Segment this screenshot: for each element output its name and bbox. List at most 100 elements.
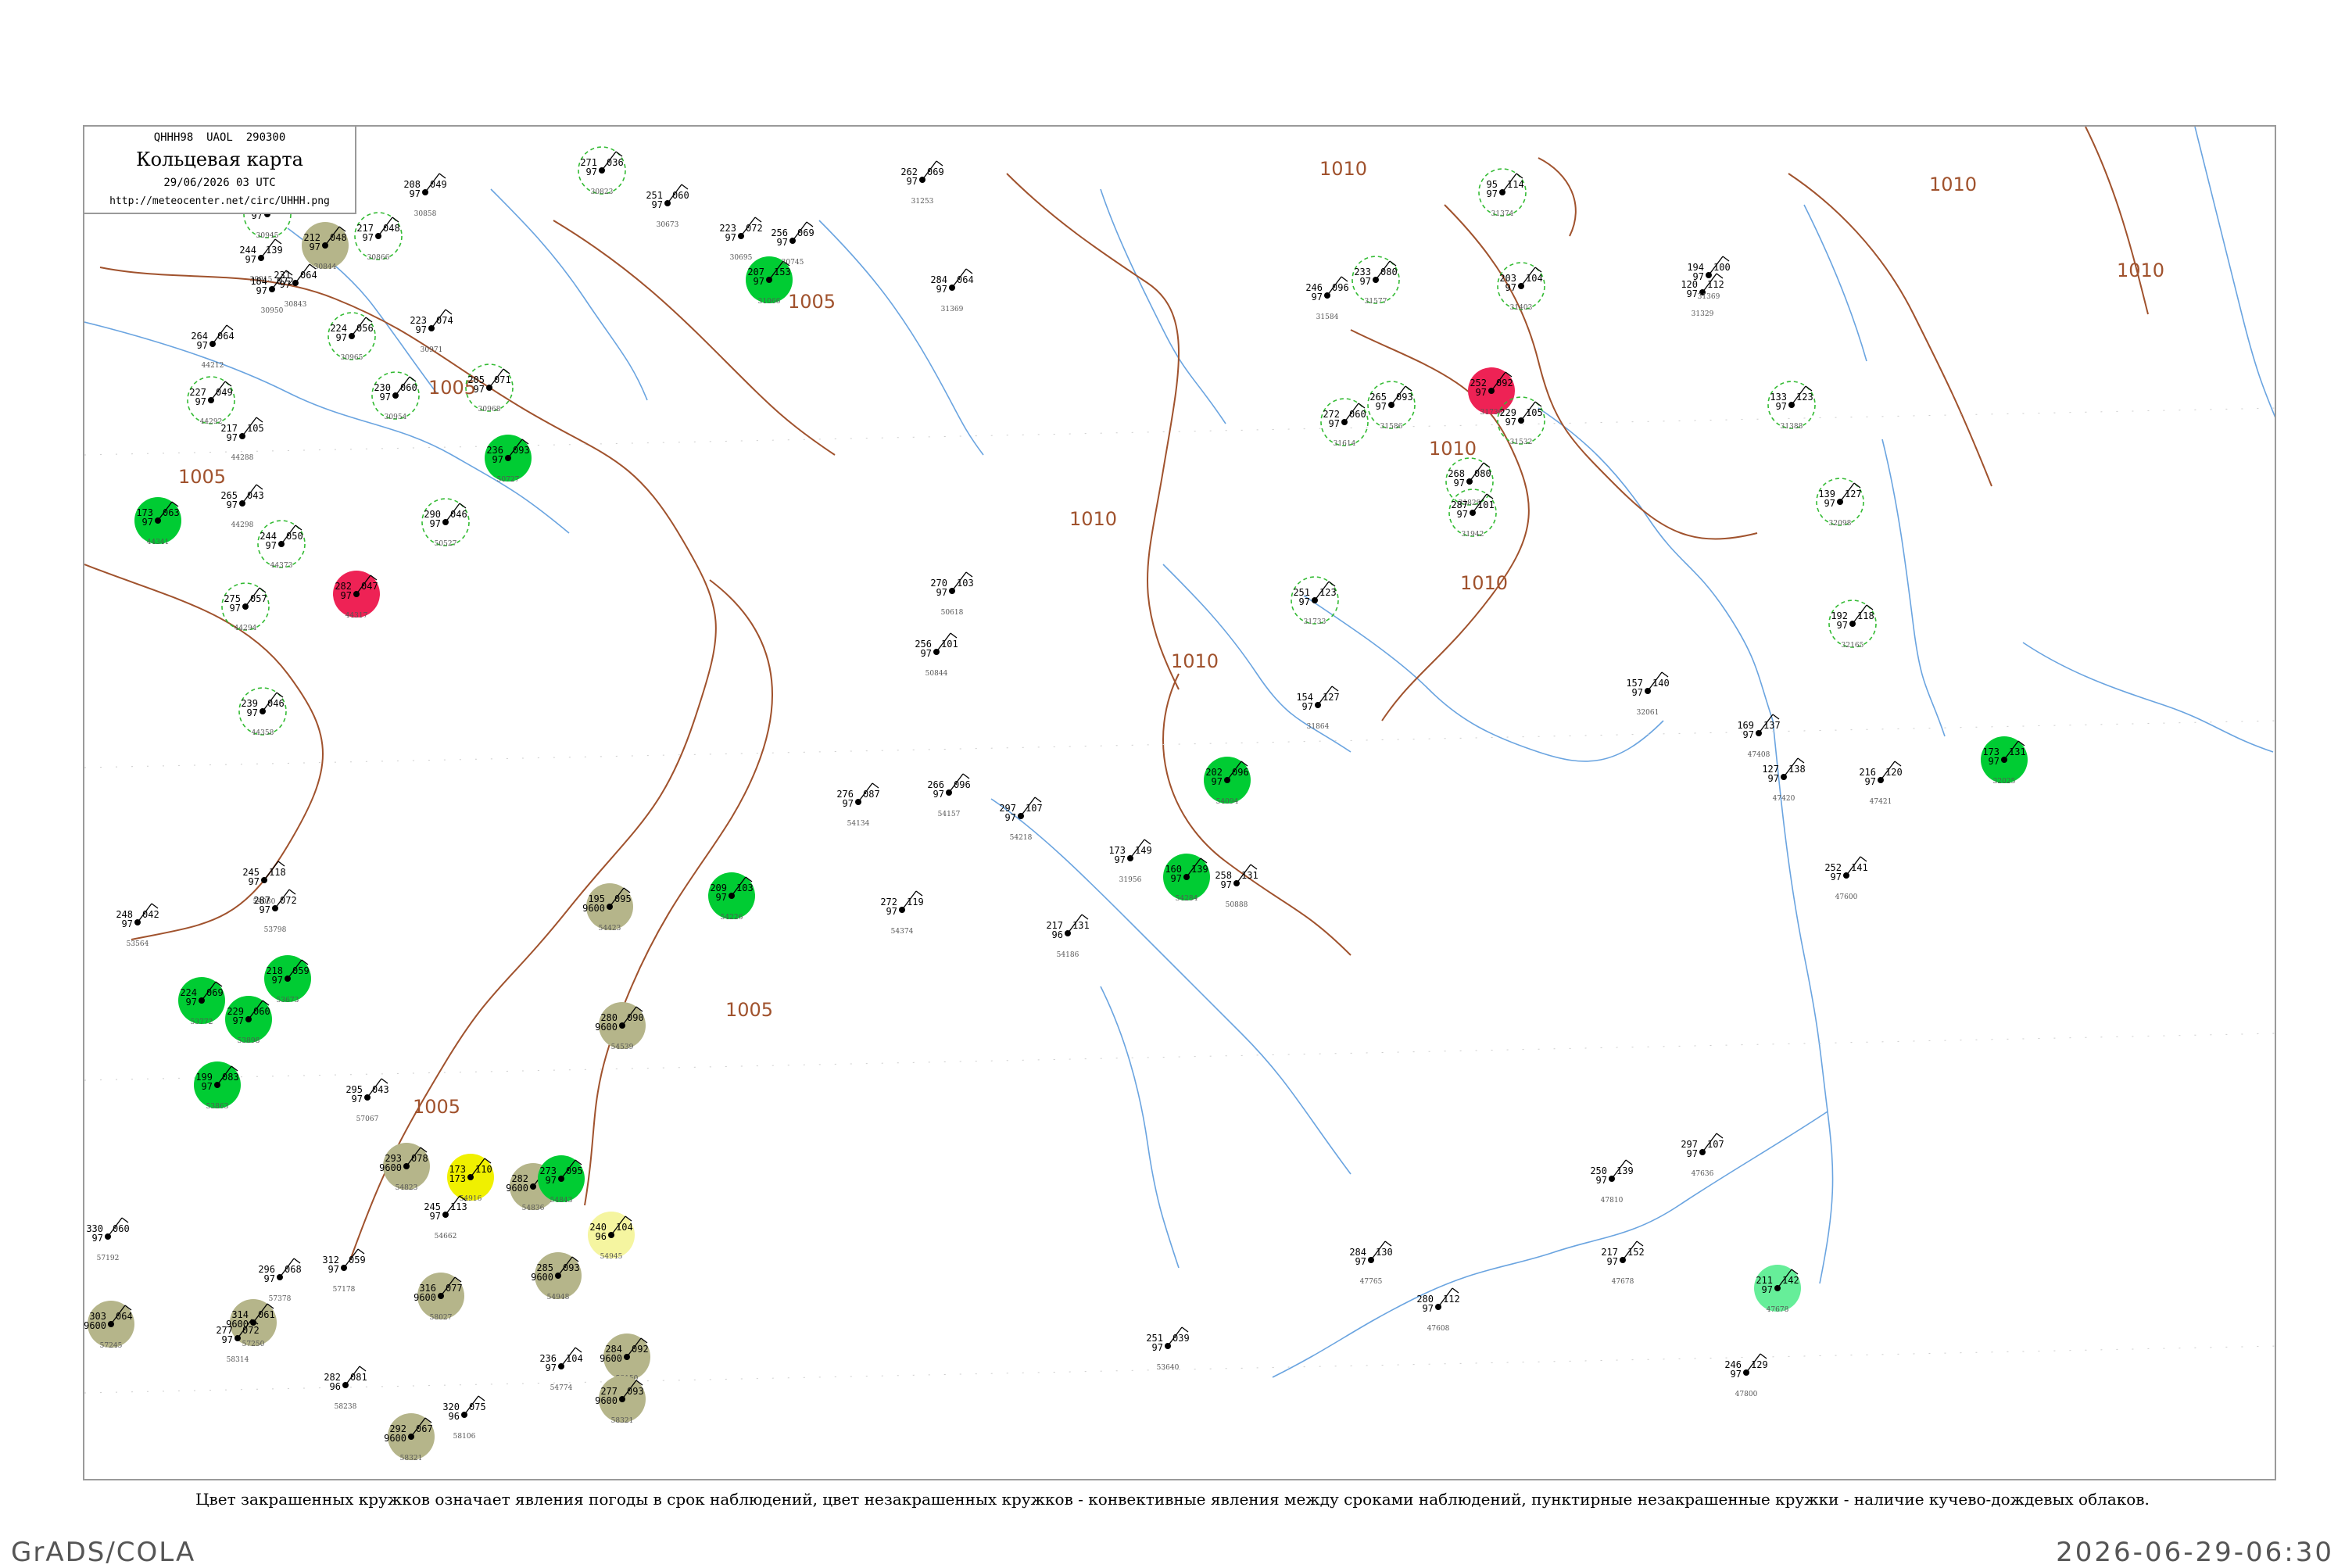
station-plot[interactable]: 303960006457245 xyxy=(84,1301,134,1350)
station-plot[interactable]: 2879710131942 xyxy=(1448,489,1497,539)
station-plot[interactable]: 3209607558106 xyxy=(442,1395,486,1441)
station-plot[interactable]: 2469712947800 xyxy=(1724,1353,1768,1398)
station-dot-icon xyxy=(1470,510,1476,516)
station-plot[interactable]: 17317311054916 xyxy=(447,1154,494,1203)
station-pressure: 131 xyxy=(2009,746,2026,757)
wind-barb-feather xyxy=(1250,864,1258,870)
station-plot[interactable]: 2719703630823 xyxy=(578,146,626,196)
station-plot[interactable]: 284960009258150 xyxy=(600,1334,650,1383)
station-plot[interactable]: 2299706053898 xyxy=(225,996,272,1045)
wind-barb-feather xyxy=(478,1395,485,1402)
station-plot[interactable]: 2649706444212 xyxy=(191,324,234,370)
station-plot[interactable]: 2309706030954 xyxy=(371,371,420,421)
station-plot[interactable]: 2169712047421 xyxy=(1859,761,1903,806)
station-plot[interactable]: 1549712731864 xyxy=(1296,686,1340,731)
station-plot[interactable]: 2829704744317 xyxy=(333,571,380,620)
station-visibility: 97 xyxy=(754,276,764,287)
station-plot[interactable]: 280960009054539 xyxy=(595,1002,646,1051)
station-plot[interactable]: 2409610454945 xyxy=(588,1212,635,1261)
station-plot[interactable]: 2909704650527 xyxy=(421,498,470,548)
station-plot[interactable]: 2659709331586 xyxy=(1367,381,1416,431)
isobar-label: 1005 xyxy=(725,999,773,1021)
station-plot[interactable]: 2849706431369 xyxy=(930,268,974,313)
station-index: 31733 xyxy=(1304,618,1326,626)
station-plot[interactable]: 2659704344298 xyxy=(220,484,264,529)
station-plot[interactable]: 2519712331733 xyxy=(1291,576,1339,626)
station-plot[interactable]: 2829608158238 xyxy=(324,1366,367,1411)
station-plot[interactable]: 2459711354662 xyxy=(424,1195,467,1240)
station-plot[interactable]: 2279704944292 xyxy=(187,376,235,426)
station-plot[interactable]: 1399712732098 xyxy=(1816,478,1864,528)
station-plot[interactable]: 1739706344341 xyxy=(134,497,181,546)
station-plot[interactable]: 293960007854823 xyxy=(379,1143,430,1192)
station-plot[interactable]: 1579714032061 xyxy=(1626,671,1670,717)
station-plot[interactable]: 2369710454774 xyxy=(539,1347,583,1392)
station-plot[interactable]: 314960006157250 xyxy=(226,1299,277,1348)
station-plot[interactable]: 292960006758321 xyxy=(384,1413,435,1462)
station-plot[interactable]: 3309706057192 xyxy=(86,1217,130,1262)
station-plot[interactable]: 2179704830866 xyxy=(354,212,403,262)
station-plot[interactable]: 2059707130968 xyxy=(465,363,514,413)
station-plot[interactable]: 3129705957178 xyxy=(322,1248,366,1294)
station-plot[interactable]: 2979710747636 xyxy=(1681,1133,1724,1178)
station-plot[interactable]: 2509713947810 xyxy=(1590,1159,1634,1205)
station-plot[interactable]: 1739713132025 xyxy=(1981,736,2028,786)
station-plot[interactable]: 2089704930858 xyxy=(403,173,447,218)
station-plot[interactable]: 2849713047765 xyxy=(1349,1240,1393,1286)
station-dot-icon xyxy=(1499,189,1505,195)
station-plot[interactable]: 2979710754218 xyxy=(999,797,1043,842)
station-plot[interactable]: 2529714147600 xyxy=(1824,856,1868,901)
wind-barb-feather xyxy=(357,1248,365,1255)
station-visibility: 97 xyxy=(363,232,374,243)
station-plot[interactable]: 277960009358321 xyxy=(595,1376,646,1425)
station-plot[interactable]: 1929711832165 xyxy=(1828,600,1877,650)
station-plot[interactable]: 2729711954374 xyxy=(880,890,924,936)
station-plot[interactable]: 2099710354226 xyxy=(708,872,755,922)
station-plot[interactable]: 2129704830844 xyxy=(302,222,349,271)
station-plot[interactable]: 2249705630965 xyxy=(328,312,376,362)
station-plot[interactable]: 2119714247678 xyxy=(1754,1265,1801,1314)
station-plot[interactable]: 2299710531532 xyxy=(1497,396,1545,446)
station-plot[interactable]: 2519706030673 xyxy=(646,184,689,229)
station-plot[interactable]: 2729706031614 xyxy=(1320,398,1369,448)
station-plot[interactable]: 2489704253564 xyxy=(116,903,159,948)
station-plot[interactable]: 2189705953673 xyxy=(264,955,311,1004)
station-plot[interactable]: 1609713954284 xyxy=(1163,854,1210,903)
station-plot[interactable]: 2569710150844 xyxy=(915,632,958,678)
station-plot[interactable]: 2969706857378 xyxy=(258,1258,302,1303)
station-plot[interactable]: 2669709654157 xyxy=(927,773,971,818)
source-url[interactable]: http://meteocenter.net/circ/UHHH.png xyxy=(84,195,355,207)
station-plot[interactable]: 2179613154186 xyxy=(1046,914,1090,959)
station-plot[interactable]: 2519703953640 xyxy=(1146,1326,1190,1372)
station-plot[interactable]: 2399704644358 xyxy=(238,687,287,737)
station-plot[interactable]: 1999708353863 xyxy=(194,1061,241,1111)
station-plot[interactable]: 2029709654094 xyxy=(1204,757,1251,806)
station-plot[interactable]: 1279713847420 xyxy=(1762,757,1806,803)
station-plot[interactable]: 2709710350618 xyxy=(930,571,974,617)
station-plot[interactable]: 1339712331388 xyxy=(1767,381,1816,431)
station-plot[interactable]: 2879707253798 xyxy=(253,889,297,934)
station-plot[interactable]: 2339708031577 xyxy=(1352,256,1400,306)
station-plot[interactable]: 2239707430971 xyxy=(410,309,453,354)
station-plot[interactable]: 2469709631584 xyxy=(1305,276,1349,321)
station-plot[interactable]: 2179710544288 xyxy=(220,417,264,462)
station-dot-icon xyxy=(1341,419,1348,425)
station-plot[interactable]: 2449705044373 xyxy=(257,520,306,570)
station-plot[interactable]: 2629706931253 xyxy=(900,160,944,206)
station-plot[interactable]: 316960007758027 xyxy=(414,1273,464,1322)
station-plot[interactable]: 2809711247608 xyxy=(1416,1287,1460,1333)
station-plot[interactable]: 195960009554423 xyxy=(582,883,633,933)
station-plot[interactable]: 2239707230695 xyxy=(719,217,763,262)
station-plot[interactable]: 959711431374 xyxy=(1478,168,1527,218)
station-plot[interactable]: 285960009354948 xyxy=(531,1252,582,1301)
station-plot[interactable]: 2369709350727 xyxy=(485,435,532,484)
station-plot[interactable]: 2959704357067 xyxy=(345,1078,389,1123)
station-plot[interactable]: 2039710431403 xyxy=(1497,262,1545,312)
station-plot[interactable]: 2179715247678 xyxy=(1601,1240,1645,1286)
station-plot[interactable]: 2249706953772 xyxy=(178,977,225,1026)
station-plot[interactable]: 1739714931956 xyxy=(1108,839,1152,884)
station-plot[interactable]: 2759705744294 xyxy=(221,582,270,632)
wind-barb-feather xyxy=(615,151,623,157)
station-plot[interactable]: 2769708754134 xyxy=(836,782,880,828)
station-plot[interactable]: 2589713150888 xyxy=(1215,864,1258,909)
